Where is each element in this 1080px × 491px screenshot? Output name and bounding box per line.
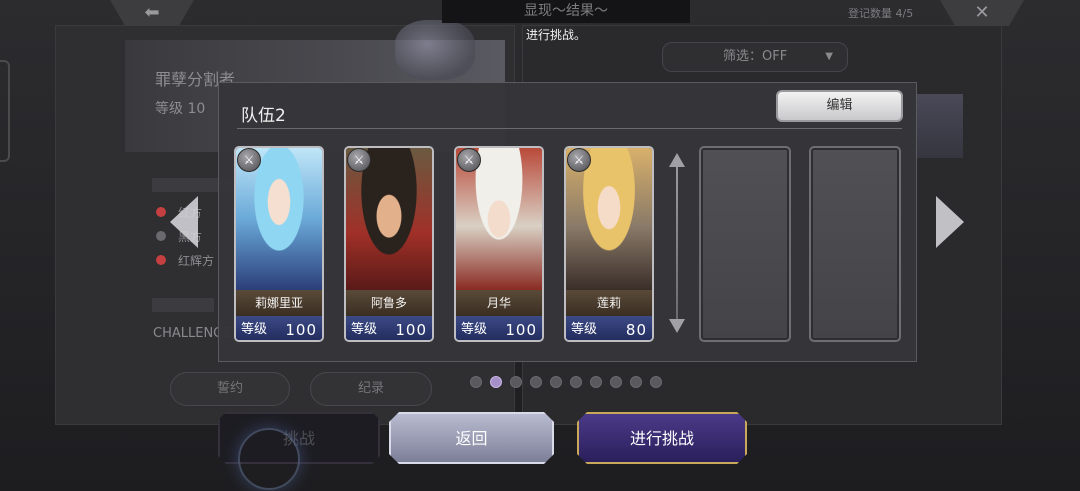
back-button[interactable]: ⬅: [110, 0, 194, 26]
divider-bottom-tip: [669, 319, 685, 333]
page-dot[interactable]: [650, 376, 662, 388]
bg-element-dot: [156, 255, 166, 265]
divider-line: [676, 167, 678, 319]
level-label: 等级: [351, 322, 378, 337]
page-dot[interactable]: [470, 376, 482, 388]
registered-count: 登记数量 4/5: [848, 7, 914, 20]
top-bar: ⬅ 显现～结果～ 登记数量 4/5 ✕: [0, 0, 1080, 26]
sword-icon: ⚔: [457, 148, 481, 172]
level-value: 100: [395, 321, 427, 339]
sword-icon: ⚔: [347, 148, 371, 172]
bg-filter-label: 筛选：OFF: [723, 49, 788, 64]
page-dot[interactable]: [570, 376, 582, 388]
page-dot[interactable]: [530, 376, 542, 388]
bg-element-dot: [156, 231, 166, 241]
return-button[interactable]: 返回: [389, 412, 554, 464]
level-value: 80: [625, 321, 647, 339]
team-member-card[interactable]: ⚔ 月华 等级 100: [454, 146, 544, 342]
member-name: 莉娜里亚: [254, 296, 303, 310]
team-member-card[interactable]: ⚔ 阿鲁多 等级 100: [344, 146, 434, 342]
empty-support-slot[interactable]: [809, 146, 901, 342]
member-name: 阿鲁多: [370, 296, 407, 310]
start-challenge-button[interactable]: 进行挑战: [577, 412, 747, 464]
level-value: 100: [285, 321, 317, 339]
arrow-left-icon: ⬅: [144, 2, 160, 23]
bg-row-label: 红辉方: [178, 254, 215, 268]
instruction-text: 进行挑战。: [525, 28, 586, 42]
bg-rank-label: 等级: [155, 101, 183, 117]
close-button[interactable]: ✕: [940, 0, 1024, 26]
team-member-card[interactable]: ⚔ 莉娜里亚 等级 100: [234, 146, 324, 342]
support-divider: [669, 153, 685, 333]
sword-icon: ⚔: [237, 148, 261, 172]
level-label: 等级: [461, 322, 488, 337]
team-title: 队伍2: [241, 106, 286, 126]
page-title: 显现～结果～: [442, 0, 690, 23]
left-edge-tab: [0, 60, 10, 162]
page-dot[interactable]: [590, 376, 602, 388]
page-dot[interactable]: [510, 376, 522, 388]
dialog-divider: [237, 128, 902, 129]
bg-character-thumb: [915, 94, 963, 158]
level-label: 等级: [571, 322, 598, 337]
team-dialog: 队伍2 编辑 ⚔ 莉娜里亚 等级 100 ⚔ 阿鲁多 等级 100 ⚔ 月华 等…: [218, 82, 917, 362]
level-value: 100: [505, 321, 537, 339]
level-label: 等级: [241, 322, 268, 337]
page-dot-active[interactable]: [490, 376, 502, 388]
divider-top-tip: [669, 153, 685, 167]
glow-ring-effect: [238, 428, 300, 490]
empty-support-slot[interactable]: [699, 146, 791, 342]
bg-element-dot: [156, 207, 166, 217]
bg-subheader: [152, 298, 214, 312]
bg-contract-button: 誓约: [170, 372, 290, 406]
bg-banner-rank: 等级 10: [155, 98, 205, 118]
page-dot[interactable]: [550, 376, 562, 388]
edit-team-button[interactable]: 编辑: [776, 90, 903, 122]
page-dot[interactable]: [630, 376, 642, 388]
team-page-indicator: [470, 376, 662, 388]
bg-rank-value: 10: [187, 101, 206, 117]
member-name: 月华: [486, 296, 511, 310]
team-member-card[interactable]: ⚔ 莲莉 等级 80: [564, 146, 654, 342]
page-dot[interactable]: [610, 376, 622, 388]
chevron-down-icon: ▼: [825, 51, 833, 62]
bg-filter-dropdown: 筛选：OFF ▼: [662, 42, 848, 72]
bg-record-button: 纪录: [310, 372, 432, 406]
sword-icon: ⚔: [567, 148, 591, 172]
member-name: 莲莉: [596, 296, 621, 310]
close-x-icon: ✕: [974, 2, 990, 23]
